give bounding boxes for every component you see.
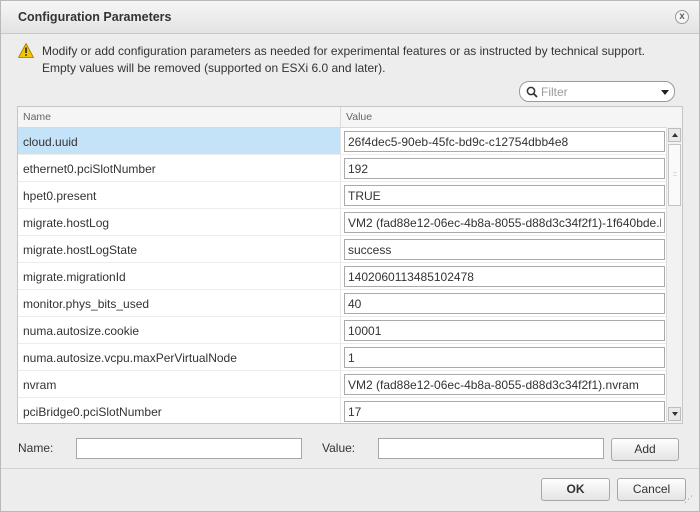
name-input[interactable] bbox=[76, 438, 302, 459]
table-row[interactable]: nvram bbox=[18, 371, 666, 398]
column-header-value[interactable]: Value bbox=[346, 111, 372, 123]
parameter-value-input[interactable] bbox=[344, 212, 665, 233]
footer-divider bbox=[1, 468, 699, 469]
column-divider[interactable] bbox=[340, 107, 341, 127]
vertical-scrollbar[interactable]: :: bbox=[666, 127, 682, 423]
parameter-name: numa.autosize.vcpu.maxPerVirtualNode bbox=[23, 351, 237, 365]
name-cell[interactable]: nvram bbox=[18, 371, 341, 397]
parameter-name: pciBridge0.pciSlotNumber bbox=[23, 405, 162, 419]
table-row[interactable]: numa.autosize.cookie bbox=[18, 317, 666, 344]
parameter-value-input[interactable] bbox=[344, 266, 665, 287]
filter-placeholder: Filter bbox=[541, 85, 568, 99]
table-row[interactable]: monitor.phys_bits_used bbox=[18, 290, 666, 317]
parameter-name: ethernet0.pciSlotNumber bbox=[23, 162, 156, 176]
table-header: Name Value bbox=[18, 107, 682, 128]
name-cell[interactable]: cloud.uuid bbox=[18, 128, 341, 154]
parameter-name: migrate.migrationId bbox=[23, 270, 126, 284]
table-row[interactable]: migrate.migrationId bbox=[18, 263, 666, 290]
parameter-value-input[interactable] bbox=[344, 131, 665, 152]
parameters-table: Name Value cloud.uuid ethernet0.pciSlotNu… bbox=[17, 106, 683, 424]
parameter-name: numa.autosize.cookie bbox=[23, 324, 140, 338]
name-cell[interactable]: numa.autosize.vcpu.maxPerVirtualNode bbox=[18, 344, 341, 370]
table-row[interactable]: migrate.hostLogState bbox=[18, 236, 666, 263]
table-row[interactable]: ethernet0.pciSlotNumber bbox=[18, 155, 666, 182]
parameter-value-input[interactable] bbox=[344, 158, 665, 179]
parameter-name: hpet0.present bbox=[23, 189, 97, 203]
dialog-title: Configuration Parameters bbox=[18, 10, 172, 24]
configuration-parameters-dialog: Configuration Parameters x Modify or add… bbox=[0, 0, 700, 512]
parameter-name: nvram bbox=[23, 378, 57, 392]
table-row[interactable]: pciBridge0.pciSlotNumber bbox=[18, 398, 666, 423]
parameter-value-input[interactable] bbox=[344, 185, 665, 206]
scrollbar-thumb[interactable]: :: bbox=[668, 144, 681, 206]
name-cell[interactable]: ethernet0.pciSlotNumber bbox=[18, 155, 341, 181]
value-input[interactable] bbox=[378, 438, 604, 459]
parameter-value-input[interactable] bbox=[344, 374, 665, 395]
parameter-value-input[interactable] bbox=[344, 239, 665, 260]
table-row[interactable]: cloud.uuid bbox=[18, 128, 666, 155]
table-row[interactable]: numa.autosize.vcpu.maxPerVirtualNode bbox=[18, 344, 666, 371]
scroll-down-icon[interactable] bbox=[668, 407, 681, 421]
parameter-name: migrate.hostLogState bbox=[23, 243, 138, 257]
table-row[interactable]: migrate.hostLog bbox=[18, 209, 666, 236]
cancel-button[interactable]: Cancel bbox=[617, 478, 686, 501]
dialog-titlebar: Configuration Parameters x bbox=[1, 1, 699, 34]
search-icon bbox=[526, 86, 538, 98]
column-header-name[interactable]: Name bbox=[23, 111, 51, 123]
value-label: Value: bbox=[322, 441, 356, 455]
resize-grip-icon[interactable]: ⋰ bbox=[684, 495, 693, 504]
name-cell[interactable]: migrate.hostLogState bbox=[18, 236, 341, 262]
table-row[interactable]: hpet0.present bbox=[18, 182, 666, 209]
name-cell[interactable]: monitor.phys_bits_used bbox=[18, 290, 341, 316]
name-cell[interactable]: numa.autosize.cookie bbox=[18, 317, 341, 343]
parameter-name: migrate.hostLog bbox=[23, 216, 110, 230]
scroll-up-icon[interactable] bbox=[668, 128, 681, 142]
parameter-name: cloud.uuid bbox=[23, 135, 78, 149]
name-label: Name: bbox=[18, 441, 54, 455]
close-icon[interactable]: x bbox=[675, 10, 689, 24]
ok-button[interactable]: OK bbox=[541, 478, 610, 501]
name-cell[interactable]: hpet0.present bbox=[18, 182, 341, 208]
name-cell[interactable]: pciBridge0.pciSlotNumber bbox=[18, 398, 341, 423]
add-button[interactable]: Add bbox=[611, 438, 679, 461]
parameter-value-input[interactable] bbox=[344, 293, 665, 314]
parameter-value-input[interactable] bbox=[344, 320, 665, 341]
name-cell[interactable]: migrate.hostLog bbox=[18, 209, 341, 235]
chevron-down-icon[interactable] bbox=[661, 90, 669, 95]
info-text-line2: Empty values will be removed (supported … bbox=[42, 61, 386, 75]
name-cell[interactable]: migrate.migrationId bbox=[18, 263, 341, 289]
parameter-name: monitor.phys_bits_used bbox=[23, 297, 150, 311]
parameter-value-input[interactable] bbox=[344, 347, 665, 368]
warning-icon bbox=[18, 43, 34, 58]
filter-dropdown[interactable]: Filter bbox=[519, 81, 675, 102]
info-text-line1: Modify or add configuration parameters a… bbox=[42, 44, 645, 58]
parameter-value-input[interactable] bbox=[344, 401, 665, 422]
